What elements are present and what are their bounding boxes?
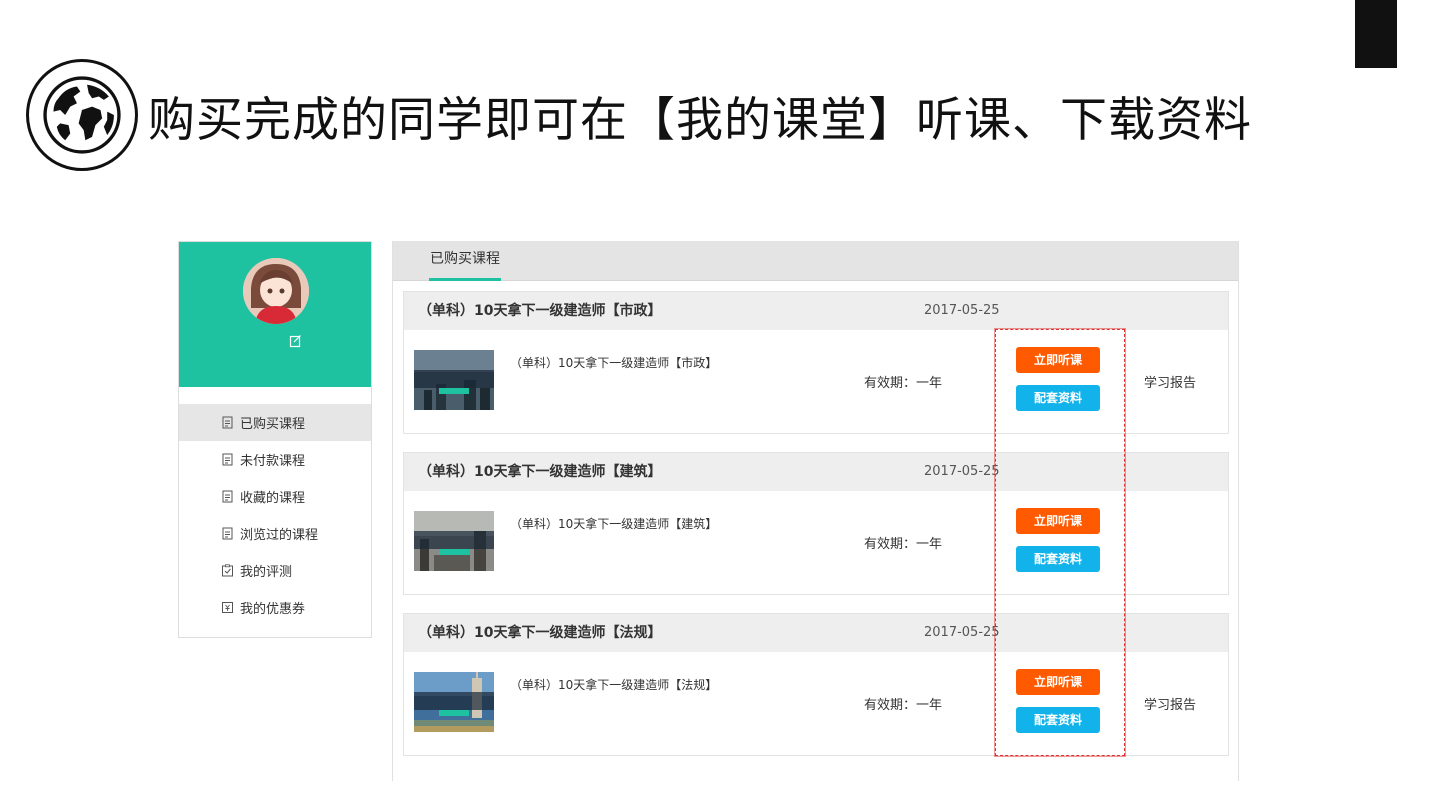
headline: 购买完成的同学即可在【我的课堂】听课、下载资料 (26, 56, 1252, 174)
sidebar-item-assessments[interactable]: 我的评测 (179, 552, 371, 589)
course-title[interactable]: （单科）10天拿下一级建造师【建筑】 (418, 453, 661, 491)
sidebar-item-label: 收藏的课程 (240, 491, 306, 506)
globe-icon (26, 59, 138, 171)
sidebar-item-label: 已购买课程 (240, 417, 306, 432)
course-thumbnail[interactable] (414, 672, 494, 732)
study-report-link[interactable]: 学习报告 (1144, 372, 1196, 391)
tab-bar: 已购买课程 (393, 241, 1238, 281)
sidebar-item-label: 我的优惠券 (240, 602, 306, 617)
sidebar-item-label: 我的评测 (240, 565, 293, 580)
corner-block (1355, 0, 1397, 68)
course-validity: 有效期：一年 (864, 376, 943, 391)
sidebar-menu: 已购买课程 未付款课程 收藏的课程 浏览过的课程 我的评测 我的优惠券 (179, 387, 371, 626)
course-date: 2017-05-25 (924, 303, 1000, 318)
course-title[interactable]: （单科）10天拿下一级建造师【市政】 (418, 292, 661, 330)
sidebar-item-label: 未付款课程 (240, 454, 306, 469)
course-date: 2017-05-25 (924, 464, 1000, 479)
profile-header (179, 242, 371, 387)
course-validity: 有效期：一年 (864, 537, 943, 552)
course-validity: 有效期：一年 (864, 698, 943, 713)
sidebar-item-history[interactable]: 浏览过的课程 (179, 515, 371, 552)
document-icon (222, 453, 233, 466)
course-subtitle: （单科）10天拿下一级建造师【市政】 (510, 356, 718, 370)
sidebar: 已购买课程 未付款课程 收藏的课程 浏览过的课程 我的评测 我的优惠券 (178, 241, 372, 638)
course-thumbnail[interactable] (414, 350, 494, 410)
tab-active-indicator (429, 278, 501, 281)
course-date: 2017-05-25 (924, 625, 1000, 640)
course-title[interactable]: （单科）10天拿下一级建造师【法规】 (418, 614, 661, 652)
avatar[interactable] (243, 258, 309, 324)
coupon-icon (222, 602, 233, 613)
document-icon (222, 416, 233, 429)
sidebar-item-label: 浏览过的课程 (240, 528, 319, 543)
course-thumbnail[interactable] (414, 511, 494, 571)
highlight-annotation (994, 328, 1126, 757)
sidebar-item-favorites[interactable]: 收藏的课程 (179, 478, 371, 515)
document-icon (222, 527, 233, 540)
checklist-icon (222, 564, 233, 577)
course-subtitle: （单科）10天拿下一级建造师【建筑】 (510, 517, 718, 531)
sidebar-item-unpaid[interactable]: 未付款课程 (179, 441, 371, 478)
study-report-link[interactable]: 学习报告 (1144, 694, 1196, 713)
sidebar-item-purchased[interactable]: 已购买课程 (179, 404, 371, 441)
course-subtitle: （单科）10天拿下一级建造师【法规】 (510, 678, 718, 692)
course-card-header: （单科）10天拿下一级建造师【市政】 2017-05-25 (404, 292, 1228, 330)
headline-text: 购买完成的同学即可在【我的课堂】听课、下载资料 (148, 92, 1252, 148)
edit-icon[interactable] (289, 334, 303, 348)
sidebar-item-coupons[interactable]: 我的优惠券 (179, 589, 371, 626)
document-icon (222, 490, 233, 503)
tab-purchased-courses[interactable]: 已购买课程 (430, 241, 500, 281)
